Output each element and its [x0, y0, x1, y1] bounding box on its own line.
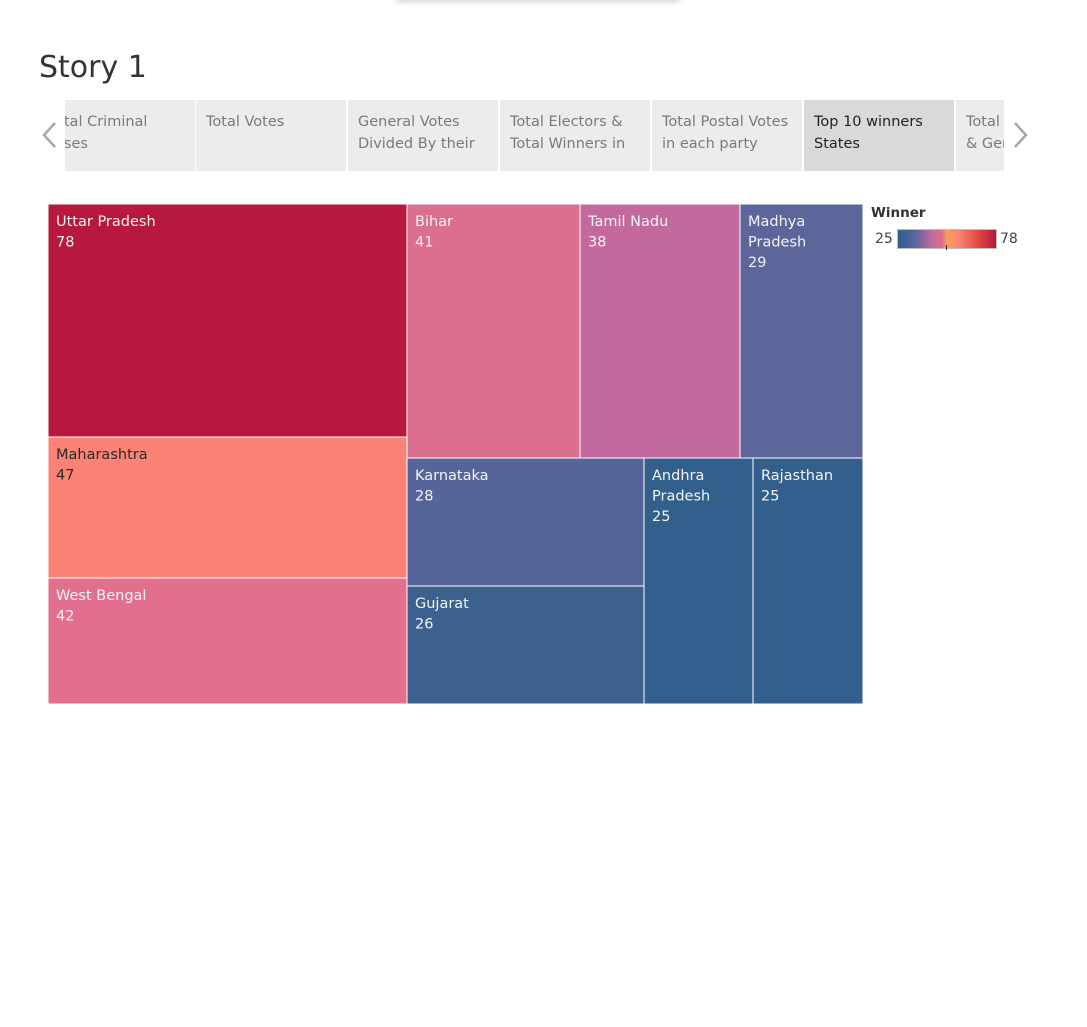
- treemap-label-maharashtra: Maharashtra: [56, 447, 148, 463]
- treemap-value-karnataka: 28: [415, 489, 433, 505]
- color-legend-gradient: [897, 229, 997, 249]
- legend-min-label: 25: [875, 231, 893, 247]
- treemap-cell-uttar-pradesh[interactable]: [47, 203, 408, 438]
- treemap-label-bihar: Bihar: [415, 214, 453, 230]
- treemap-value-west-bengal: 42: [56, 609, 74, 625]
- treemap-value-rajasthan: 25: [761, 489, 779, 505]
- treemap-label-madhya-pradesh: Pradesh: [748, 235, 806, 251]
- treemap-label-andhra-pradesh: Andhra: [652, 468, 704, 484]
- treemap-value-madhya-pradesh: 29: [748, 255, 766, 271]
- treemap-label-west-bengal: West Bengal: [56, 588, 146, 604]
- treemap-chart: Uttar Pradesh 78 Maharashtra 47 West Bengal 4…: [47, 203, 864, 705]
- treemap-value-maharashtra: 47: [56, 468, 74, 484]
- treemap-value-uttar-pradesh: 78: [56, 235, 74, 251]
- treemap-label-karnataka: Karnataka: [415, 468, 489, 484]
- treemap-value-tamil-nadu: 38: [588, 235, 606, 251]
- treemap-label-gujarat: Gujarat: [415, 596, 469, 612]
- treemap-label-andhra-pradesh: Pradesh: [652, 489, 710, 505]
- treemap-label-madhya-pradesh: Madhya: [748, 214, 805, 230]
- treemap-value-bihar: 41: [415, 235, 433, 251]
- treemap-value-andhra-pradesh: 25: [652, 509, 670, 525]
- treemap-label-tamil-nadu: Tamil Nadu: [587, 214, 668, 230]
- legend-title: Winner: [871, 205, 926, 221]
- treemap-label-rajasthan: Rajasthan: [761, 468, 833, 484]
- treemap-value-gujarat: 26: [415, 617, 433, 633]
- legend-tick-mark: [946, 245, 947, 250]
- legend-max-label: 78: [1000, 231, 1018, 247]
- treemap-label-uttar-pradesh: Uttar Pradesh: [56, 214, 156, 230]
